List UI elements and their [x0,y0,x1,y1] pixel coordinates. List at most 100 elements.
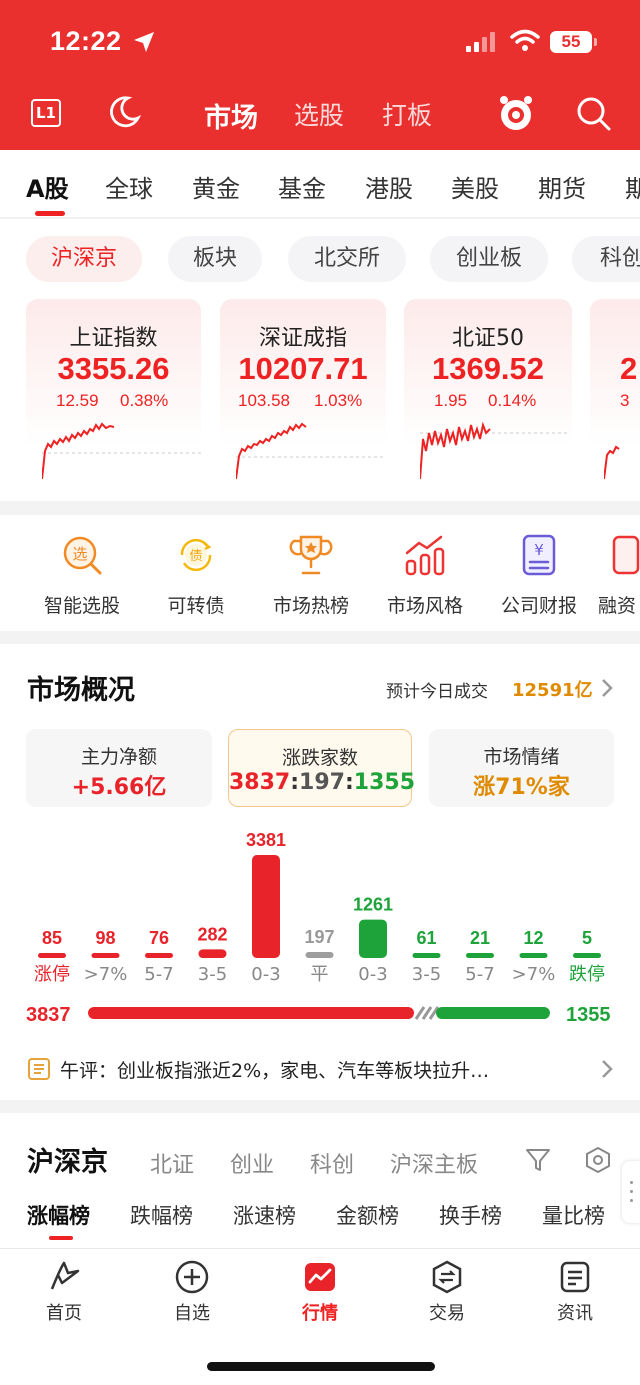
stat-sentiment[interactable]: 市场情绪 涨71%家 [429,729,614,807]
distribution-bar [145,953,173,958]
assistant-robot-icon[interactable] [496,92,536,134]
market-tab-futures[interactable]: 期货 [538,169,586,204]
distribution-bar [252,855,280,958]
tabbar-label: 首页 [46,1303,82,1324]
market-tab-indicator [35,211,65,216]
market-tab-hk[interactable]: 港股 [365,169,413,204]
distribution-bar [359,919,387,958]
tool-convertible-bonds[interactable]: 债 可转债 [141,533,251,618]
tool-market-style[interactable]: 市场风格 [370,533,480,618]
filter-icon[interactable] [524,1146,552,1174]
tabbar-label: 自选 [174,1303,210,1324]
exchange-tab-chinext[interactable]: 创业 [230,1147,274,1179]
tabbar-home[interactable]: 首页 [19,1259,109,1325]
settings-hex-icon[interactable] [584,1146,612,1174]
index-change: 1.95 [434,391,468,410]
market-tab-a-shares[interactable]: A股 [26,169,69,204]
svg-text:选: 选 [72,545,87,563]
sep: : [290,770,300,795]
chip-chinext[interactable]: 创业板 [430,236,548,282]
distribution-label: 平 [311,964,329,985]
turnover-label[interactable]: 预计今日成交 [386,677,488,702]
index-value: 10207.71 [238,351,368,386]
news-headline[interactable]: 午评：创业板指涨近2%，家电、汽车等板块拉升… [60,1056,489,1083]
tool-financial-reports[interactable]: ¥ 公司财报 [484,533,594,618]
sep: : [344,770,354,795]
rank-tab-turnover[interactable]: 换手榜 [439,1200,502,1230]
tabbar-quotes[interactable]: 行情 [275,1259,365,1325]
tool-margin[interactable]: 融资 [598,533,640,618]
market-tab-funds[interactable]: 基金 [278,169,326,204]
tool-label: 公司财报 [500,595,577,617]
chevron-right-icon[interactable] [600,1058,614,1080]
chip-bse[interactable]: 北交所 [288,236,406,282]
index-card-bse50[interactable]: 北证50 1369.52 1.95 0.14% [404,299,572,483]
rank-tab-gainers[interactable]: 涨幅榜 [27,1200,90,1230]
turnover-value[interactable]: 12591亿 [512,676,593,702]
news-icon [28,1058,50,1080]
rank-section [0,1113,640,1253]
chip-hushenjing[interactable]: 沪深京 [26,236,142,282]
quotes-chart-icon [305,1263,335,1291]
distribution-count: 12 [523,928,543,948]
l1-quote-icon[interactable]: L1 [31,99,61,127]
market-tab-gold[interactable]: 黄金 [192,169,240,204]
index-change-pct: 0.38% [120,391,169,410]
rank-tab-amount[interactable]: 金额榜 [336,1200,399,1230]
market-tab-us[interactable]: 美股 [451,169,499,204]
status-time: 12:22 [50,26,122,56]
stat-updown-count[interactable]: 涨跌家数 3837:197:1355 [228,729,415,807]
index-change-pct: 1.03% [314,391,363,410]
distribution-bar [91,953,120,958]
tool-label: 市场热榜 [272,595,349,617]
distribution-label: >7% [84,964,128,985]
search-icon[interactable] [575,95,613,133]
rank-tab-volume-ratio[interactable]: 量比榜 [542,1200,605,1230]
index-sparkline [236,422,386,480]
tabbar-trade[interactable]: 交易 [402,1259,492,1325]
tabbar-label: 交易 [429,1303,465,1324]
index-card-sse[interactable]: 上证指数 3355.26 12.59 0.38% [26,299,201,483]
rank-tab-losers[interactable]: 跌幅榜 [130,1200,193,1230]
market-tab-global[interactable]: 全球 [105,169,153,204]
nav-tab-stock-picker[interactable]: 选股 [294,96,344,132]
exchange-tab-star[interactable]: 科创 [310,1147,354,1179]
exchange-tab-main-board[interactable]: 沪深主板 [390,1147,478,1179]
tabbar-news[interactable]: 资讯 [530,1259,620,1325]
tool-hot-list[interactable]: 市场热榜 [256,533,366,618]
distribution-count: 1261 [353,895,393,915]
battery-level: 55 [550,31,592,53]
nav-tab-limit-up[interactable]: 打板 [382,96,432,132]
flat-count: 197 [299,770,345,795]
chevron-right-icon[interactable] [600,677,614,699]
index-card-partial[interactable]: 2 3 [590,299,640,483]
tool-label: 市场风格 [386,595,463,617]
distribution-label: 3-5 [412,964,441,985]
tabbar-label: 资讯 [557,1303,593,1324]
add-circle-icon [175,1260,209,1294]
stat-value: 涨71%家 [473,775,570,800]
trade-exchange-icon [432,1260,462,1294]
market-tab-more[interactable]: 期 [625,169,640,204]
cellular-signal-icon [466,32,495,52]
tool-smart-picker[interactable]: 选 智能选股 [27,533,137,618]
stat-value: 3837:197:1355 [229,770,415,795]
stat-main-net[interactable]: 主力净额 +5.66亿 [26,729,212,807]
chip-star[interactable]: 科创 [572,236,640,282]
index-card-szse[interactable]: 深证成指 10207.71 103.58 1.03% [220,299,386,483]
tabbar-watchlist[interactable]: 自选 [147,1259,237,1325]
chip-sectors[interactable]: 板块 [168,236,262,282]
side-drawer-handle[interactable] [622,1161,640,1223]
tool-label: 智能选股 [43,595,120,617]
index-name: 上证指数 [69,326,158,351]
rank-section-title[interactable]: 沪深京 [27,1140,108,1179]
distribution-label: 跌停 [569,964,605,985]
nav-tab-market[interactable]: 市场 [204,96,258,135]
rank-tab-speed[interactable]: 涨速榜 [233,1200,296,1230]
svg-text:债: 债 [189,549,202,564]
exchange-tab-bse[interactable]: 北证 [150,1147,194,1179]
updown-distribution-chart: 85 涨停 98 >7% 76 5-7 282 3-5 3381 0-3 197 平 1261 0-3 61… [34,830,605,985]
index-name: 北证50 [452,326,524,351]
night-mode-icon[interactable] [106,94,142,130]
distribution-label: 涨停 [34,964,70,985]
